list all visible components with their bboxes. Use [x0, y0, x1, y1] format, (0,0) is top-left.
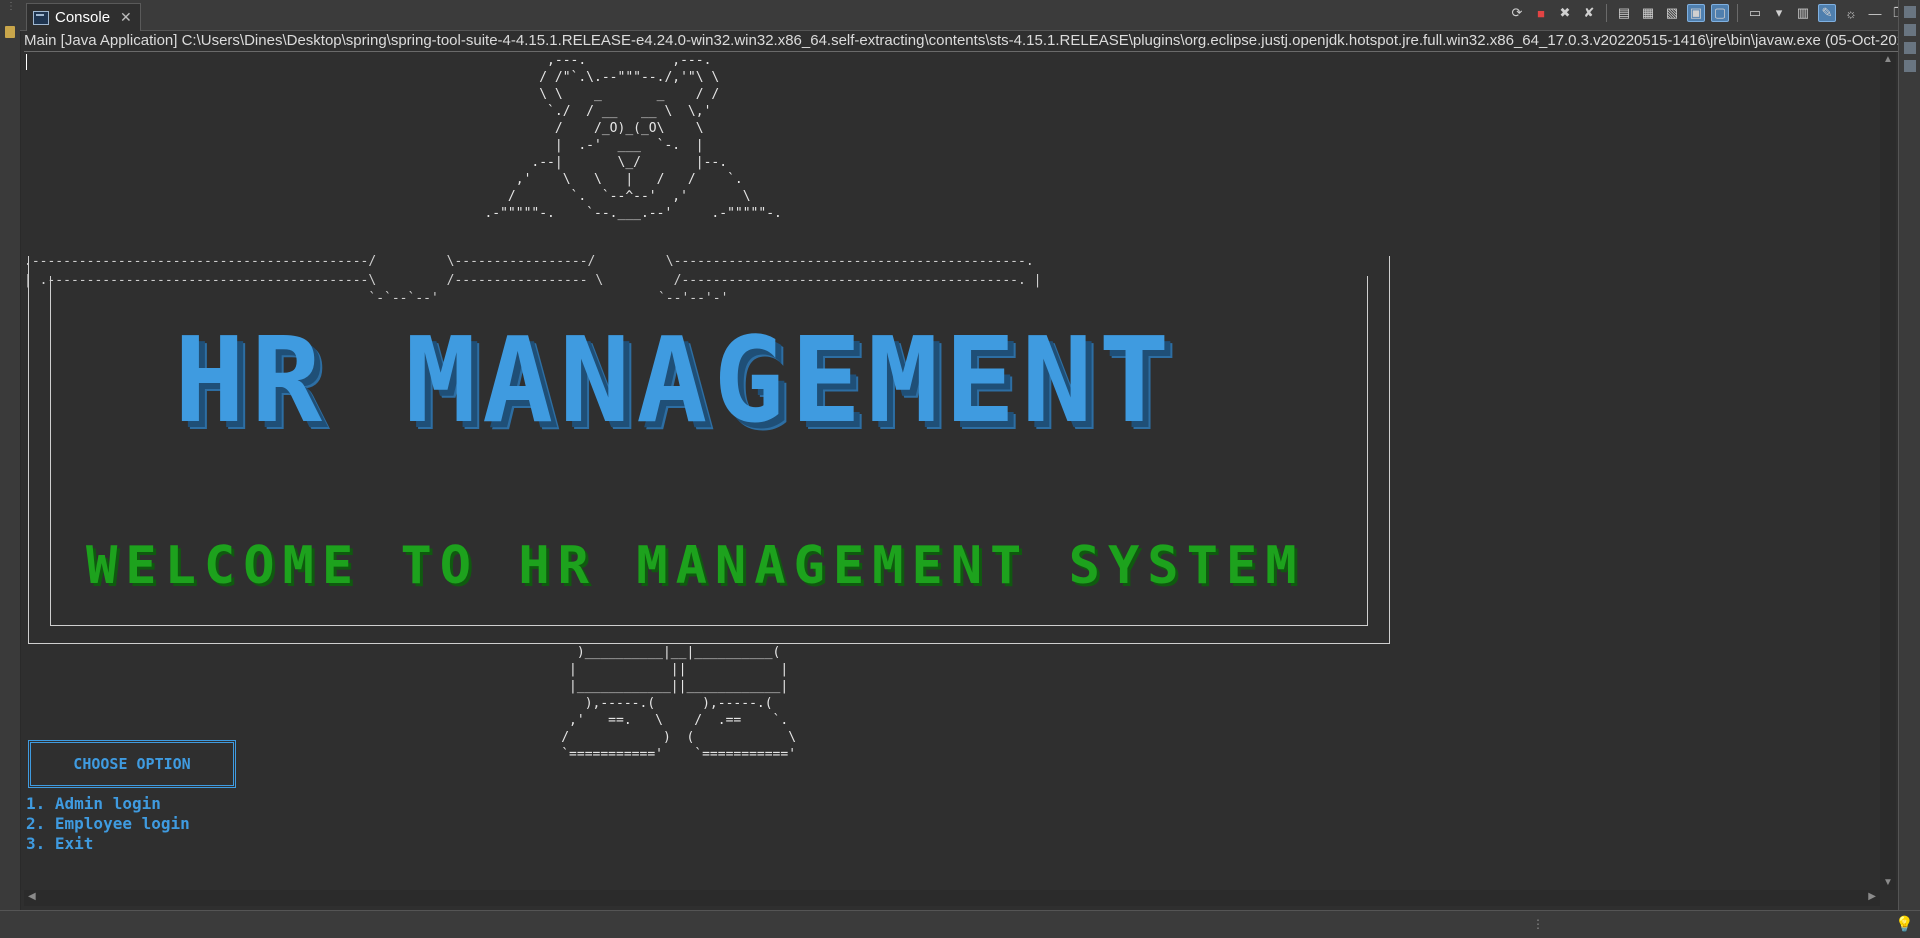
tab-console[interactable]: Console ✕ — [26, 3, 141, 31]
vertical-scrollbar[interactable]: ▲ ▼ — [1880, 52, 1896, 890]
refresh-icon[interactable]: ⟳ — [1508, 4, 1526, 22]
bear-bottom-ascii: )__________|__|__________( | || | |_____… — [561, 645, 797, 762]
launch-info: Main [Java Application] C:\Users\Dines\D… — [24, 31, 1920, 52]
task-view-icon[interactable] — [1904, 24, 1916, 36]
console-toolbar: ⟳ ■ ✖ ✘ ▤ ▦ ▧ ▣ ▢ ▭ ▾ ▥ ✎ ☼ — ❐ — [1508, 4, 1908, 22]
status-separator-icon: ⋮ — [1532, 917, 1544, 931]
minimized-view-icon[interactable] — [5, 26, 15, 38]
terminate-icon[interactable]: ■ — [1532, 4, 1550, 22]
status-bar: ⋮ 💡 — [0, 910, 1920, 938]
toolbar-separator — [1737, 4, 1738, 22]
scroll-lock-icon[interactable]: ▣ — [1687, 4, 1705, 22]
banner-inner-top-line: | .-------------------------------------… — [24, 273, 1042, 288]
restore-view-icon[interactable] — [1904, 60, 1916, 72]
horizontal-scrollbar[interactable]: ◀ ▶ — [24, 890, 1880, 906]
minimize-icon[interactable]: — — [1866, 4, 1884, 22]
pin-icon[interactable]: ▥ — [1794, 4, 1812, 22]
outline-view-icon[interactable] — [1904, 6, 1916, 18]
minimized-stack-icon[interactable] — [1904, 42, 1916, 54]
scroll-down-icon[interactable]: ▼ — [1883, 877, 1893, 888]
menu-option-exit: 3. Exit — [26, 834, 94, 853]
scroll-right-icon[interactable]: ▶ — [1868, 891, 1876, 902]
left-gutter: ⋮ — [0, 0, 21, 937]
scroll-left-icon[interactable]: ◀ — [28, 891, 36, 902]
scroll-up-icon[interactable]: ▲ — [1883, 54, 1893, 65]
clear-icon[interactable]: ▧ — [1663, 4, 1681, 22]
sun-icon[interactable]: ☼ — [1842, 4, 1860, 22]
word-wrap-icon[interactable]: ▢ — [1711, 4, 1729, 22]
menu-option-admin: 1. Admin login — [26, 794, 161, 813]
banner-top-line: .---------------------------------------… — [24, 254, 1034, 269]
banner-paws: `-`--`--' `--'--'-' — [24, 291, 729, 306]
settings-icon[interactable]: ✎ — [1818, 4, 1836, 22]
tab-bar: Console ✕ ⟳ ■ ✖ ✘ ▤ ▦ ▧ ▣ ▢ ▭ ▾ ▥ ✎ ☼ — … — [20, 0, 1920, 31]
menu-option-employee: 2. Employee login — [26, 814, 190, 833]
tip-bulb-icon[interactable]: 💡 — [1895, 915, 1914, 933]
choose-option-box: CHOOSE OPTION — [28, 740, 236, 788]
option-menu: 1. Admin login 2. Employee login 3. Exit — [26, 794, 190, 854]
hr-management-title: HR MANAGEMENT — [174, 311, 1176, 449]
tab-label: Console — [55, 9, 111, 26]
text-cursor — [26, 54, 27, 70]
display-console-icon[interactable]: ▭ — [1746, 4, 1764, 22]
console-output[interactable]: ,---. ,---. / /"`.\.--"""--./,'"\ \ \ \ … — [24, 52, 1880, 890]
console-icon — [33, 10, 49, 25]
copy-icon[interactable]: ▤ — [1615, 4, 1633, 22]
right-trim-bar — [1898, 0, 1920, 937]
choose-option-label: CHOOSE OPTION — [73, 755, 191, 773]
remove-all-icon[interactable]: ✘ — [1580, 4, 1598, 22]
drag-handle-icon[interactable]: ⋮ — [6, 2, 16, 12]
close-icon[interactable]: ✕ — [120, 9, 132, 26]
bear-top-ascii: ,---. ,---. / /"`.\.--"""--./,'"\ \ \ \ … — [484, 53, 782, 221]
paste-icon[interactable]: ▦ — [1639, 4, 1657, 22]
remove-launch-icon[interactable]: ✖ — [1556, 4, 1574, 22]
toolbar-separator — [1606, 4, 1607, 22]
welcome-text: WELCOME TO HR MANAGEMENT SYSTEM — [86, 536, 1305, 596]
open-console-icon[interactable]: ▾ — [1770, 4, 1788, 22]
